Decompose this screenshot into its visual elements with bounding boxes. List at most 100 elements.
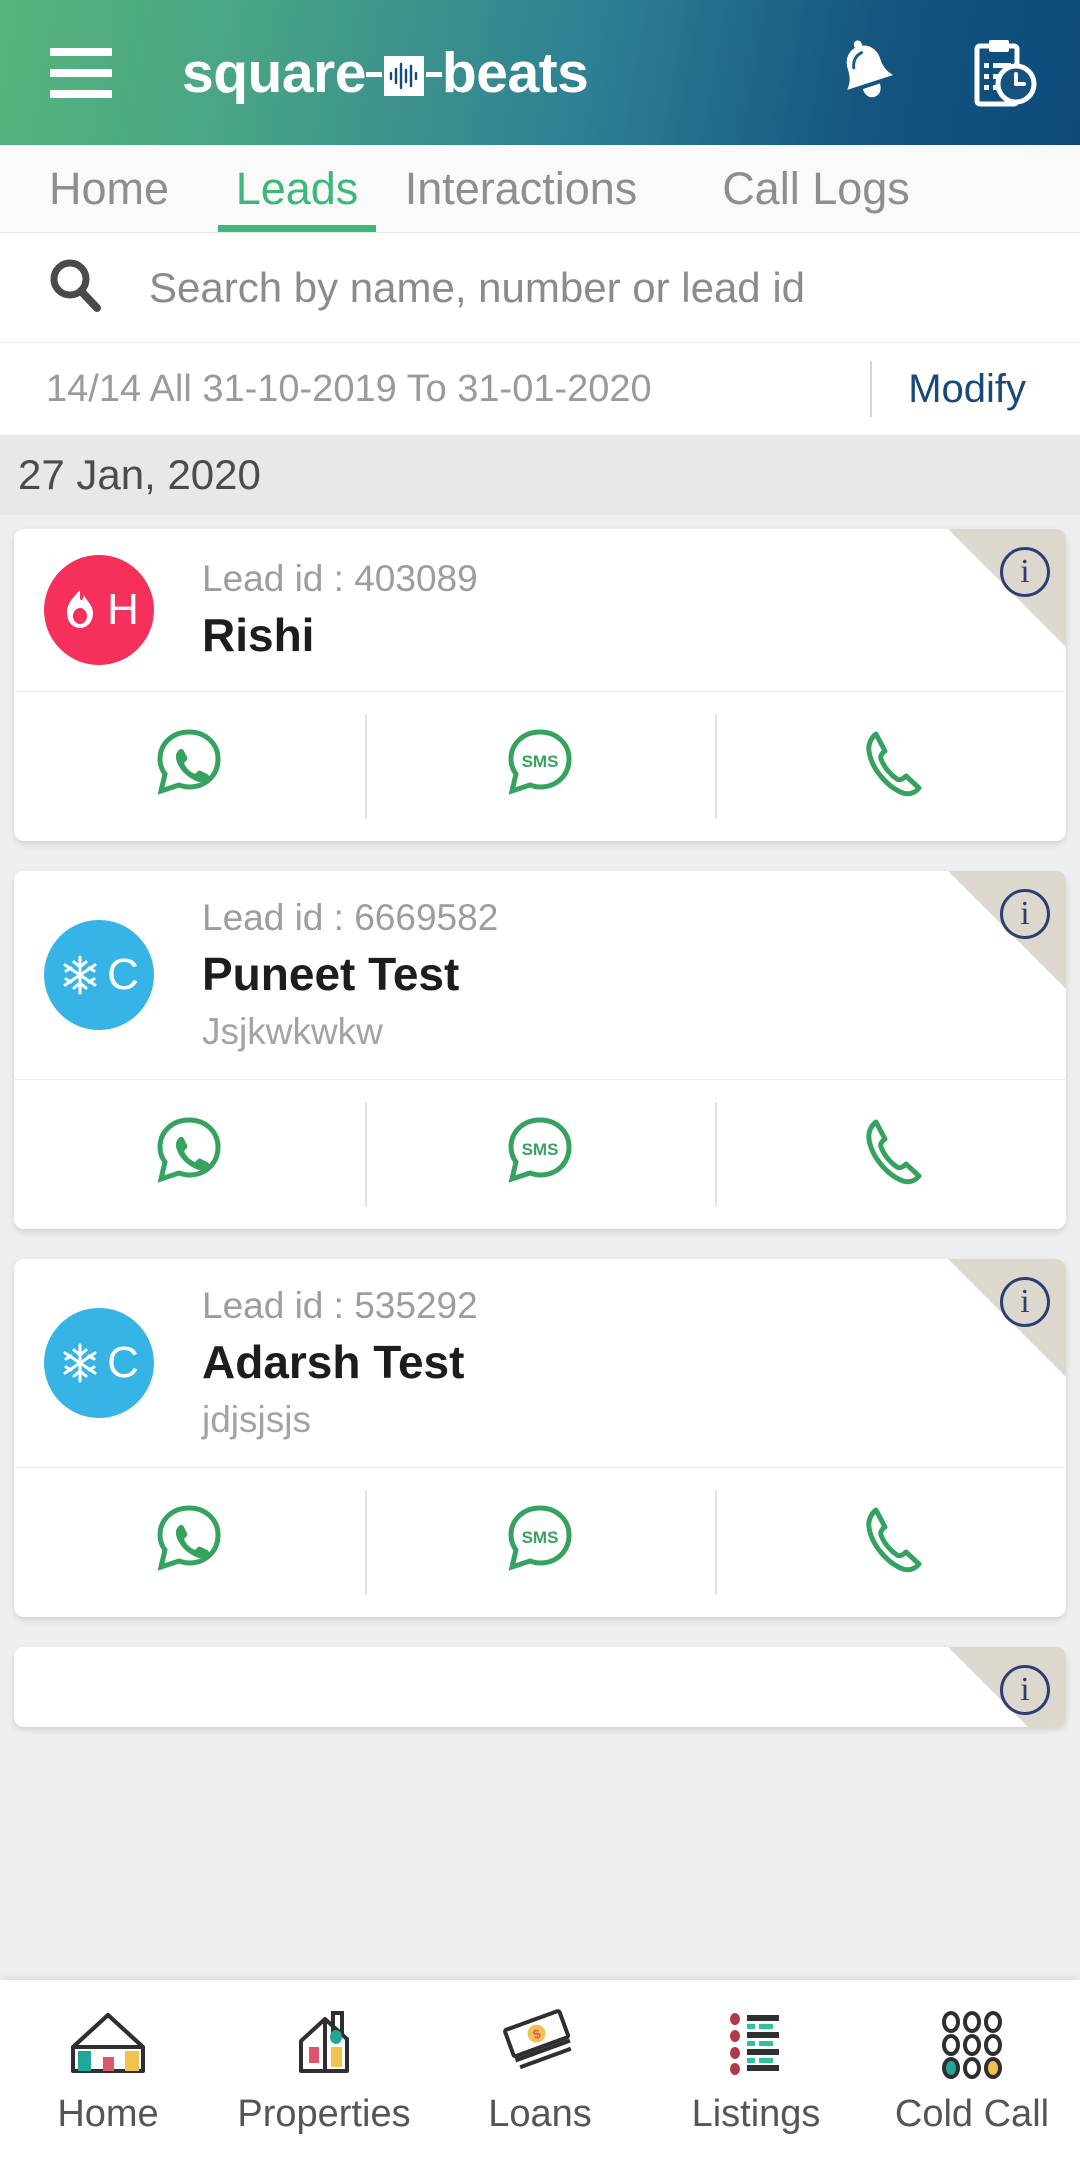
nav-item-home[interactable]: Home [0, 2005, 216, 2136]
search-icon [46, 256, 104, 319]
svg-text:SMS: SMS [522, 752, 559, 771]
status-letter: H [107, 585, 139, 634]
lead-actions: SMS [14, 691, 1066, 841]
tab-label: Call Logs [722, 162, 910, 214]
hamburger-bar [50, 89, 112, 98]
sms-icon: SMS [503, 1113, 577, 1196]
clipboard-clock-icon[interactable] [972, 37, 1038, 109]
main-tabs: Home Leads Interactions Call Logs [0, 145, 1080, 233]
tab-label: Home [48, 162, 170, 214]
money-stack-icon: $ [497, 2005, 583, 2079]
filter-summary: 14/14 All 31-10-2019 To 31-01-2020 [46, 367, 652, 410]
lead-details: Lead id : 6669582 Puneet Test Jsjkwkwkw [202, 897, 498, 1053]
lead-subtitle: jdjsjsjs [202, 1399, 311, 1440]
lead-card-header: C Lead id : 6669582 Puneet Test Jsjkwkwk… [14, 871, 1066, 1079]
whatsapp-button[interactable] [14, 1468, 365, 1617]
search-placeholder: Search by name, number or lead id [149, 263, 806, 311]
nav-label: Properties [237, 2092, 411, 2135]
svg-text:SMS: SMS [522, 1528, 559, 1547]
brand-text-right: beats [441, 40, 589, 105]
brand-dash-right [425, 72, 442, 77]
lead-name: Puneet Test [202, 948, 460, 1000]
nav-item-loans[interactable]: $ Loans [432, 2005, 648, 2136]
header-actions [834, 37, 1038, 109]
bottom-navigation: Home Properties $ Loans Listings Cold Ca… [0, 1980, 1080, 2160]
nav-item-cold-call[interactable]: Cold Call [864, 2005, 1080, 2136]
lead-card-header: C Lead id : 535292 Adarsh Test jdjsjsjs [14, 1259, 1066, 1467]
app-screen: square beats Home Leads Interactions Cal… [0, 0, 1080, 2160]
app-header: square beats [0, 0, 1080, 145]
tab-home[interactable]: Home [0, 145, 218, 232]
sms-icon: SMS [503, 725, 577, 808]
call-button[interactable] [715, 1468, 1066, 1617]
lead-id: Lead id : 6669582 [202, 897, 499, 938]
lead-name: Rishi [202, 609, 315, 661]
hamburger-bar [50, 47, 112, 56]
lead-card[interactable]: i H Lead id : 403089 Rishi SMS [14, 529, 1066, 841]
lead-card-partial[interactable]: i [14, 1647, 1066, 1727]
whatsapp-icon [152, 1113, 226, 1196]
svg-text:SMS: SMS [522, 1140, 559, 1159]
search-input[interactable]: Search by name, number or lead id [0, 233, 1080, 343]
tab-leads[interactable]: Leads [218, 145, 376, 232]
sms-icon: SMS [503, 1501, 577, 1584]
lead-id: Lead id : 403089 [202, 558, 478, 599]
tab-label: Leads [235, 162, 359, 214]
info-badge-label: i [1020, 1671, 1030, 1708]
whatsapp-button[interactable] [14, 1080, 365, 1229]
lead-actions: SMS [14, 1079, 1066, 1229]
app-title: square beats [182, 40, 589, 106]
hamburger-menu-icon[interactable] [42, 42, 120, 104]
lead-details: Lead id : 403089 Rishi [202, 558, 478, 662]
lead-name: Adarsh Test [202, 1336, 465, 1388]
sms-button[interactable]: SMS [364, 1080, 716, 1229]
nav-item-listings[interactable]: Listings [648, 2005, 864, 2136]
search-section: Search by name, number or lead id 14/14 … [0, 233, 1080, 435]
building-icon [281, 2005, 367, 2079]
tab-call-logs[interactable]: Call Logs [666, 145, 966, 232]
house-icon [65, 2005, 151, 2079]
bell-icon[interactable] [834, 37, 900, 109]
lead-card-header: H Lead id : 403089 Rishi [14, 529, 1066, 691]
whatsapp-icon [152, 1501, 226, 1584]
phone-icon [854, 1501, 928, 1584]
call-button[interactable] [715, 692, 1066, 841]
avatar: C [44, 920, 154, 1030]
modify-filter-button[interactable]: Modify [908, 367, 1034, 412]
info-icon[interactable]: i [1000, 1665, 1050, 1715]
date-group-header: 27 Jan, 2020 [0, 435, 1080, 515]
call-button[interactable] [715, 1080, 1066, 1229]
dialpad-icon [929, 2005, 1015, 2079]
lead-id: Lead id : 535292 [202, 1285, 478, 1326]
nav-item-properties[interactable]: Properties [216, 2005, 432, 2136]
whatsapp-button[interactable] [14, 692, 365, 841]
snowflake-icon [59, 1340, 101, 1386]
tab-label: Interactions [404, 162, 638, 214]
date-group-label: 27 Jan, 2020 [18, 451, 261, 498]
lead-subtitle: Jsjkwkwkw [202, 1011, 383, 1052]
nav-label: Cold Call [894, 2092, 1050, 2135]
nav-label: Listings [691, 2092, 821, 2135]
waveform-icon [383, 55, 424, 96]
whatsapp-icon [152, 725, 226, 808]
filter-divider [870, 361, 873, 417]
status-letter: C [107, 950, 139, 999]
avatar: H [44, 555, 154, 665]
flame-icon [59, 587, 101, 633]
sms-button[interactable]: SMS [364, 1468, 716, 1617]
lead-card[interactable]: i [14, 871, 1066, 1229]
hamburger-bar [50, 68, 112, 77]
status-letter: C [107, 1338, 139, 1387]
sms-button[interactable]: SMS [364, 692, 716, 841]
nav-label: Loans [488, 2092, 592, 2135]
tab-interactions[interactable]: Interactions [376, 145, 666, 232]
lead-actions: SMS [14, 1467, 1066, 1617]
snowflake-icon [59, 952, 101, 998]
filter-bar: 14/14 All 31-10-2019 To 31-01-2020 Modif… [0, 343, 1080, 435]
lead-card[interactable]: i [14, 1259, 1066, 1617]
lead-list[interactable]: i H Lead id : 403089 Rishi SMS i C Lead … [0, 515, 1080, 1980]
brand-dash-left [365, 72, 382, 77]
phone-icon [854, 1113, 928, 1196]
avatar: C [44, 1308, 154, 1418]
lead-details: Lead id : 535292 Adarsh Test jdjsjsjs [202, 1285, 478, 1441]
